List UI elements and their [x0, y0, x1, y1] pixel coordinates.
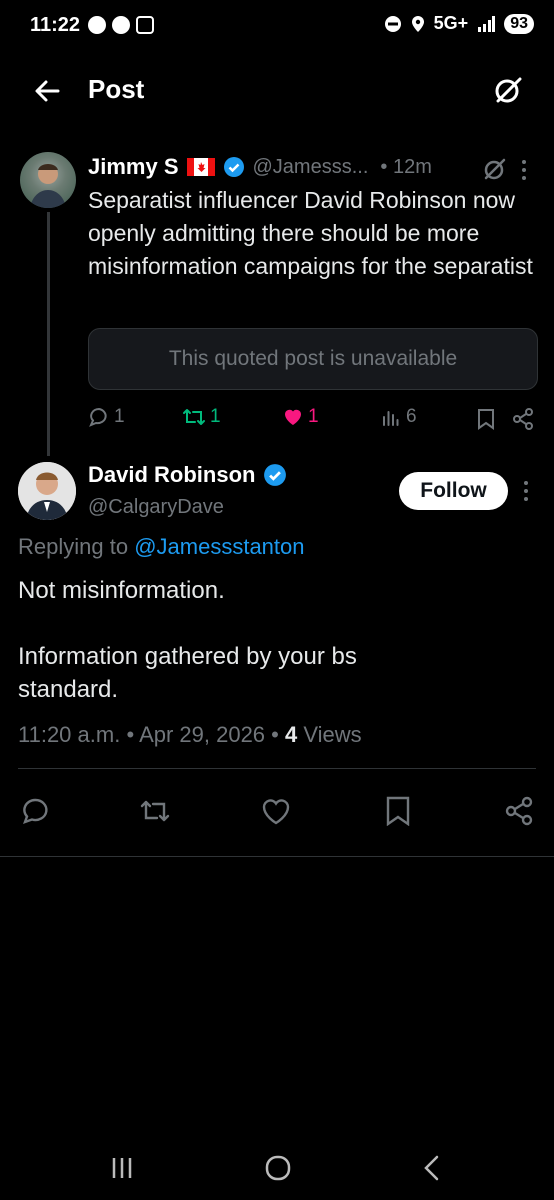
- parent-author-row: Jimmy S @Jamesss... • 12m: [88, 154, 432, 180]
- repost-action[interactable]: 1: [182, 406, 221, 428]
- reply-author-row: David Robinson: [88, 462, 287, 488]
- repost-icon[interactable]: [138, 796, 172, 826]
- reply-text-line2: Information gathered by your bs standard…: [18, 643, 357, 703]
- network-type: 5G+: [433, 13, 469, 33]
- reply-text-line1: Not misinformation.: [18, 577, 225, 604]
- replying-to-handle[interactable]: @Jamessstanton: [134, 534, 304, 559]
- post-views-label[interactable]: Views: [303, 722, 361, 747]
- notification-icon: [88, 16, 106, 34]
- reply-icon: [89, 407, 107, 427]
- canada-flag-icon: [186, 158, 215, 176]
- verified-badge-icon: [264, 464, 287, 486]
- thread-line: [47, 212, 50, 456]
- like-icon[interactable]: [260, 796, 292, 826]
- post-time: 11:20 a.m.: [18, 722, 121, 747]
- parent-more-icon[interactable]: [518, 158, 530, 182]
- parent-author-name[interactable]: Jimmy S: [88, 154, 179, 180]
- like-count: 1: [308, 406, 319, 427]
- post-views-count[interactable]: 4: [285, 722, 297, 747]
- reply-author-name[interactable]: David Robinson: [88, 462, 255, 488]
- signal-icon: [478, 15, 496, 32]
- status-bar: 11:22 5G+ 93: [0, 0, 554, 52]
- parent-post-text: Separatist influencer David Robinson now…: [88, 187, 533, 279]
- post-meta: 11:20 a.m. • Apr 29, 2026 • 4 Views: [18, 722, 362, 747]
- bookmark-icon[interactable]: [384, 796, 412, 826]
- reply-icon[interactable]: [20, 796, 50, 826]
- views-icon: [383, 411, 399, 426]
- avatar-david[interactable]: [18, 462, 76, 520]
- like-action[interactable]: 1: [282, 406, 319, 428]
- reply-text: Not misinformation. Information gathered…: [18, 574, 518, 706]
- dnd-icon: [384, 15, 401, 32]
- share-icon[interactable]: [512, 408, 534, 430]
- page-title: Post: [88, 74, 145, 104]
- avatar-photo-icon: [30, 164, 66, 208]
- battery-badge: 93: [504, 13, 534, 34]
- reply-count: 1: [114, 406, 125, 427]
- parent-actions: 1 1 1 6: [88, 404, 538, 436]
- views-count: 6: [406, 406, 417, 427]
- avatar-photo-icon: [18, 462, 76, 520]
- divider: [0, 856, 554, 857]
- quoted-post-unavailable: This quoted post is unavailable: [88, 328, 538, 390]
- parent-post-time: • 12m: [380, 155, 432, 178]
- avatar-jimmy[interactable]: [20, 152, 76, 208]
- status-right: 5G+ 93: [384, 13, 534, 34]
- divider: [18, 768, 536, 769]
- status-time: 11:22: [30, 14, 81, 36]
- location-icon: [411, 15, 424, 32]
- recent-apps-icon[interactable]: [108, 1156, 136, 1180]
- parent-grok-icon[interactable]: [482, 156, 508, 182]
- back-arrow-icon[interactable]: [30, 74, 64, 108]
- share-icon[interactable]: [504, 796, 534, 826]
- repost-icon: [183, 409, 205, 425]
- home-icon[interactable]: [264, 1154, 292, 1182]
- follow-button[interactable]: Follow: [399, 472, 508, 510]
- verified-badge-icon: [223, 157, 244, 177]
- repost-count: 1: [210, 406, 221, 427]
- grok-icon[interactable]: [492, 74, 524, 106]
- app-header: Post: [0, 60, 554, 120]
- heart-filled-icon: [285, 409, 301, 425]
- views-action[interactable]: 6: [380, 406, 417, 428]
- bookmark-icon[interactable]: [476, 408, 496, 430]
- reply-author-handle: @CalgaryDave: [88, 496, 224, 518]
- replying-to-prefix: Replying to: [18, 534, 129, 559]
- post-actions-bar: [0, 788, 554, 838]
- system-nav-bar: [0, 1140, 554, 1200]
- replying-to: Replying to @Jamessstanton: [18, 534, 305, 560]
- post-date: Apr 29, 2026: [139, 722, 266, 747]
- snapchat-icon: [112, 16, 130, 34]
- reply-more-icon[interactable]: [520, 478, 532, 504]
- reply-action[interactable]: 1: [88, 406, 125, 428]
- back-nav-icon[interactable]: [420, 1154, 444, 1182]
- parent-author-handle: @Jamesss...: [252, 155, 369, 178]
- screenshot-icon: [136, 16, 154, 34]
